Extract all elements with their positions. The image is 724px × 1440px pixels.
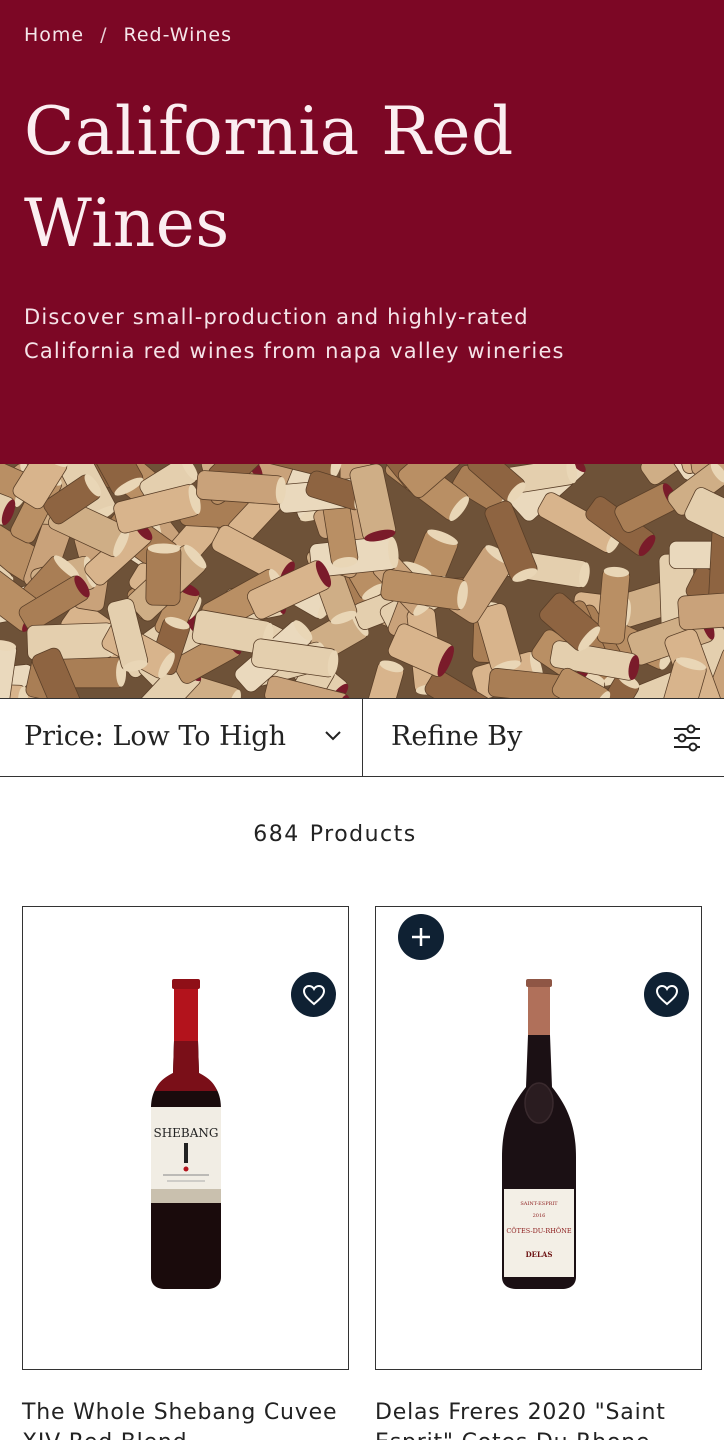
product-count: 684 Products — [0, 822, 670, 847]
sort-filter-bar: Price: Low To High Refine By — [0, 698, 724, 777]
product-count-number: 684 — [253, 822, 300, 847]
page-title: California Red Wines — [24, 93, 514, 262]
breadcrumb-current[interactable]: Red-Wines — [124, 24, 232, 46]
bottle-label-text: SHEBANG — [153, 1126, 218, 1140]
product-card[interactable]: SHEBANG — [22, 906, 349, 1370]
page-description: Discover small-production and highly-rat… — [24, 305, 565, 363]
bottle-label-year: 2016 — [532, 1213, 545, 1219]
bottle-label-appellation: CÔTES-DU-RHÔNE — [506, 1226, 572, 1235]
corks-illustration — [0, 464, 724, 698]
breadcrumb: Home / Red-Wines — [24, 24, 232, 46]
product-name[interactable]: Delas Freres 2020 "Saint Esprit" Cotes D… — [375, 1398, 705, 1440]
corks-banner-image — [0, 464, 724, 698]
breadcrumb-home-link[interactable]: Home — [24, 24, 84, 46]
product-count-unit: Products — [309, 822, 417, 847]
plus-icon[interactable] — [398, 914, 444, 960]
bottle-label-top: SAINT-ESPRIT — [520, 1201, 558, 1207]
breadcrumb-separator: / — [100, 24, 108, 46]
refine-label: Refine By — [391, 721, 523, 752]
product-card[interactable]: SAINT-ESPRIT 2016 CÔTES-DU-RHÔNE DELAS — [375, 906, 702, 1370]
refine-by-button[interactable]: Refine By — [363, 699, 724, 776]
heart-icon[interactable] — [291, 972, 336, 1017]
bottle-label-brand: DELAS — [525, 1250, 552, 1259]
product-image-delas[interactable]: SAINT-ESPRIT 2016 CÔTES-DU-RHÔNE DELAS — [494, 977, 584, 1302]
sliders-icon — [672, 723, 702, 758]
sort-dropdown[interactable]: Price: Low To High — [0, 699, 363, 776]
chevron-down-icon — [324, 729, 342, 747]
heart-icon[interactable] — [644, 972, 689, 1017]
product-image-shebang[interactable]: SHEBANG — [141, 977, 231, 1302]
hero-header: Home / Red-Wines California Red Wines Di… — [0, 0, 724, 464]
product-name[interactable]: The Whole Shebang Cuvee XIV Red Blend — [22, 1398, 352, 1440]
sort-label: Price: Low To High — [24, 721, 286, 752]
